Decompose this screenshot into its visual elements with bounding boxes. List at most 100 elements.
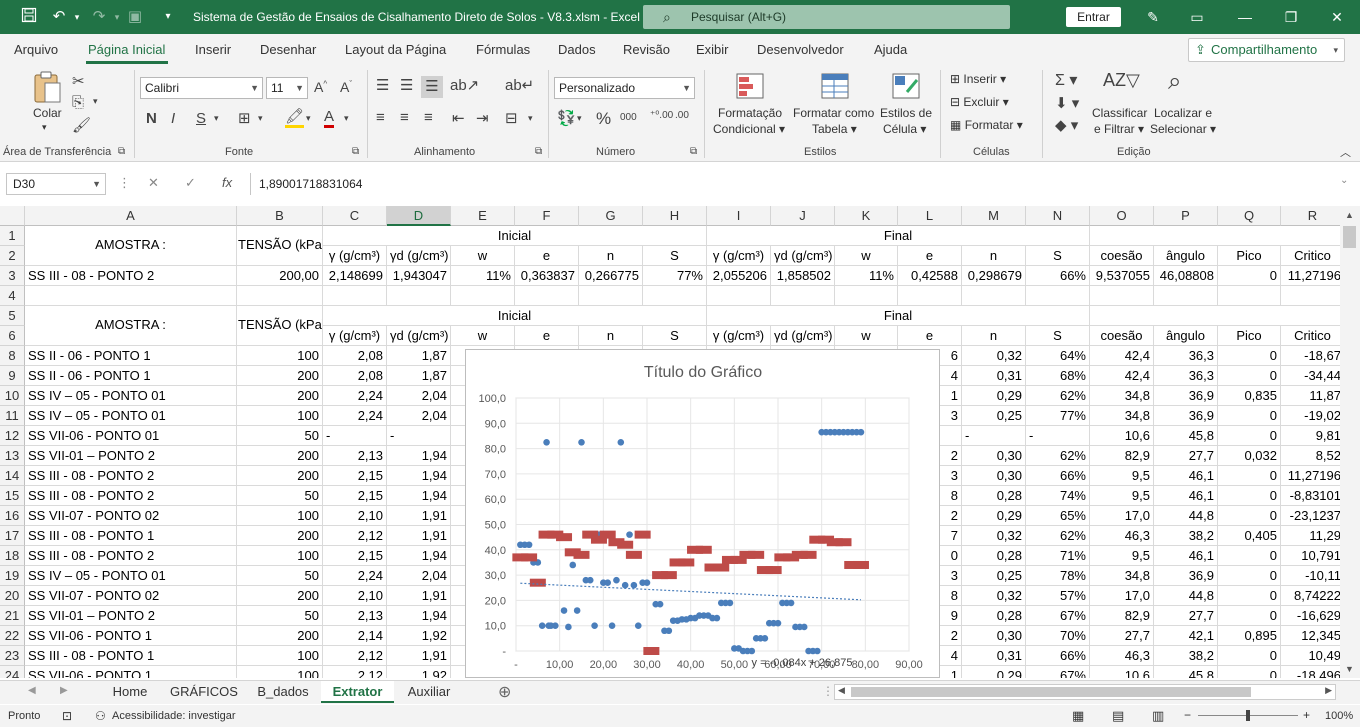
cell-b24[interactable]: 100 — [237, 666, 323, 678]
cell-styles-label1[interactable]: Estilos de — [880, 106, 932, 120]
cell-b21[interactable]: 50 — [237, 606, 323, 626]
cell-p15[interactable]: 46,1 — [1154, 486, 1218, 506]
cell-p4[interactable] — [1154, 286, 1218, 306]
cut-icon[interactable]: ✂ — [72, 72, 85, 90]
cell-a19[interactable]: SS IV – 05 - PONTO 01 — [25, 566, 237, 586]
cell-q24[interactable]: 0 — [1218, 666, 1281, 678]
cell-b10[interactable]: 200 — [237, 386, 323, 406]
row-header[interactable]: 10 — [0, 386, 25, 406]
cell-c10[interactable]: 2,24 — [323, 386, 387, 406]
cell-o20[interactable]: 17,0 — [1090, 586, 1154, 606]
cell-o2[interactable]: coesão — [1090, 246, 1154, 266]
cell-c18[interactable]: 2,15 — [323, 546, 387, 566]
cell-m18[interactable]: 0,28 — [962, 546, 1026, 566]
cell-o13[interactable]: 82,9 — [1090, 446, 1154, 466]
cell-d18[interactable]: 1,94 — [387, 546, 451, 566]
scatter-chart[interactable]: Título do Gráfico - 10,00 20,00 30,00 40,00 50… — [465, 349, 940, 678]
undo-dropdown-icon[interactable]: ▾ — [67, 7, 87, 27]
cell-o24[interactable]: 10,6 — [1090, 666, 1154, 678]
delete-cells-button[interactable]: ⊟ Excluir ▾ — [950, 95, 1009, 109]
cell-n2[interactable]: S — [1026, 246, 1090, 266]
cell-h3[interactable]: 77% — [643, 266, 707, 286]
cell-p6[interactable]: ângulo — [1154, 326, 1218, 346]
cell-r10[interactable]: 11,87 — [1281, 386, 1340, 406]
tab-layout[interactable]: Layout da Página — [345, 42, 446, 57]
decrease-indent-icon[interactable]: ⇤ — [452, 109, 465, 127]
cell-q12[interactable]: 0 — [1218, 426, 1281, 446]
cell-e2[interactable]: w — [451, 246, 515, 266]
autosum-icon[interactable]: Σ ▾ — [1055, 70, 1077, 90]
cell-b4[interactable] — [237, 286, 323, 306]
wrap-text-icon[interactable]: ab↵ — [505, 76, 534, 94]
touch-mode-icon[interactable]: ▣ — [125, 7, 145, 27]
row-header[interactable]: 1 — [0, 226, 25, 246]
cell-b12[interactable]: 50 — [237, 426, 323, 446]
cell-n21[interactable]: 67% — [1026, 606, 1090, 626]
cell-c4[interactable] — [323, 286, 387, 306]
copy-icon[interactable]: ⎘ — [72, 94, 84, 111]
cell-r12[interactable]: 9,81 — [1281, 426, 1340, 446]
row-header[interactable]: 12 — [0, 426, 25, 446]
cell-a10[interactable]: SS IV – 05 - PONTO 01 — [25, 386, 237, 406]
align-center-icon[interactable]: ≡ — [400, 109, 409, 126]
cell-r11[interactable]: -19,02 — [1281, 406, 1340, 426]
cell-r15[interactable]: -8,83101 — [1281, 486, 1340, 506]
row-header[interactable]: 6 — [0, 326, 25, 346]
sign-in-button[interactable]: Entrar — [1066, 7, 1121, 27]
cell-c22[interactable]: 2,14 — [323, 626, 387, 646]
cell-a12[interactable]: SS VII-06 - PONTO 01 — [25, 426, 237, 446]
cell-p24[interactable]: 45,8 — [1154, 666, 1218, 678]
dialog-launcher-icon[interactable]: ⧉ — [352, 146, 359, 157]
cell-q22[interactable]: 0,895 — [1218, 626, 1281, 646]
cell-n20[interactable]: 57% — [1026, 586, 1090, 606]
accounting-format-icon[interactable]: 💱 — [557, 109, 576, 127]
cell-m21[interactable]: 0,28 — [962, 606, 1026, 626]
cell-o6[interactable]: coesão — [1090, 326, 1154, 346]
cell-b16[interactable]: 100 — [237, 506, 323, 526]
cell-m14[interactable]: 0,30 — [962, 466, 1026, 486]
column-header-r[interactable]: R — [1281, 206, 1340, 226]
redo-dropdown-icon[interactable]: ▾ — [107, 7, 127, 27]
cell-a15[interactable]: SS III - 08 - PONTO 2 — [25, 486, 237, 506]
fill-color-icon[interactable]: 🖍 — [285, 109, 305, 128]
cell-g4[interactable] — [579, 286, 643, 306]
row-header[interactable]: 24 — [0, 666, 25, 678]
enter-icon[interactable]: ✓ — [185, 175, 196, 191]
row-header[interactable]: 5 — [0, 306, 25, 326]
cell-styles-label2[interactable]: Célula ▾ — [883, 122, 926, 136]
cell-d24[interactable]: 1,92 — [387, 666, 451, 678]
row-header[interactable]: 15 — [0, 486, 25, 506]
sheet-tab-auxiliar[interactable]: Auxiliar — [396, 681, 462, 703]
cell-n22[interactable]: 70% — [1026, 626, 1090, 646]
grow-font-icon[interactable]: A^ — [314, 79, 327, 95]
cell-e4[interactable] — [451, 286, 515, 306]
cell-q14[interactable]: 0 — [1218, 466, 1281, 486]
column-header-p[interactable]: P — [1154, 206, 1218, 226]
scroll-left-icon[interactable]: ◀ — [838, 685, 845, 696]
row-header[interactable]: 9 — [0, 366, 25, 386]
save-icon[interactable] — [19, 7, 39, 27]
cell-o23[interactable]: 46,3 — [1090, 646, 1154, 666]
align-top-icon[interactable]: ☰ — [376, 76, 389, 94]
column-header-q[interactable]: Q — [1218, 206, 1281, 226]
tab-arquivo[interactable]: Arquivo — [14, 42, 58, 57]
cell-a16[interactable]: SS VII-07 - PONTO 02 — [25, 506, 237, 526]
align-left-icon[interactable]: ≡ — [376, 109, 385, 126]
sheet-tab-b-dados[interactable]: B_dados — [248, 681, 318, 703]
column-header-m[interactable]: M — [962, 206, 1026, 226]
format-as-table-label1[interactable]: Formatar como — [793, 106, 874, 120]
thousands-icon[interactable]: 000 — [620, 112, 637, 123]
sheet-tab-home[interactable]: Home — [100, 681, 160, 703]
cancel-icon[interactable]: ✕ — [148, 175, 159, 191]
cell-j4[interactable] — [771, 286, 835, 306]
cell-p17[interactable]: 38,2 — [1154, 526, 1218, 546]
cell-l6[interactable]: e — [898, 326, 962, 346]
cell-q17[interactable]: 0,405 — [1218, 526, 1281, 546]
cell-c15[interactable]: 2,15 — [323, 486, 387, 506]
cell-n16[interactable]: 65% — [1026, 506, 1090, 526]
cell-b9[interactable]: 200 — [237, 366, 323, 386]
page-break-icon[interactable]: ▥ — [1152, 708, 1164, 724]
row-header[interactable]: 11 — [0, 406, 25, 426]
cell-i2[interactable]: γ (g/cm³) — [707, 246, 771, 266]
cell-o10[interactable]: 34,8 — [1090, 386, 1154, 406]
